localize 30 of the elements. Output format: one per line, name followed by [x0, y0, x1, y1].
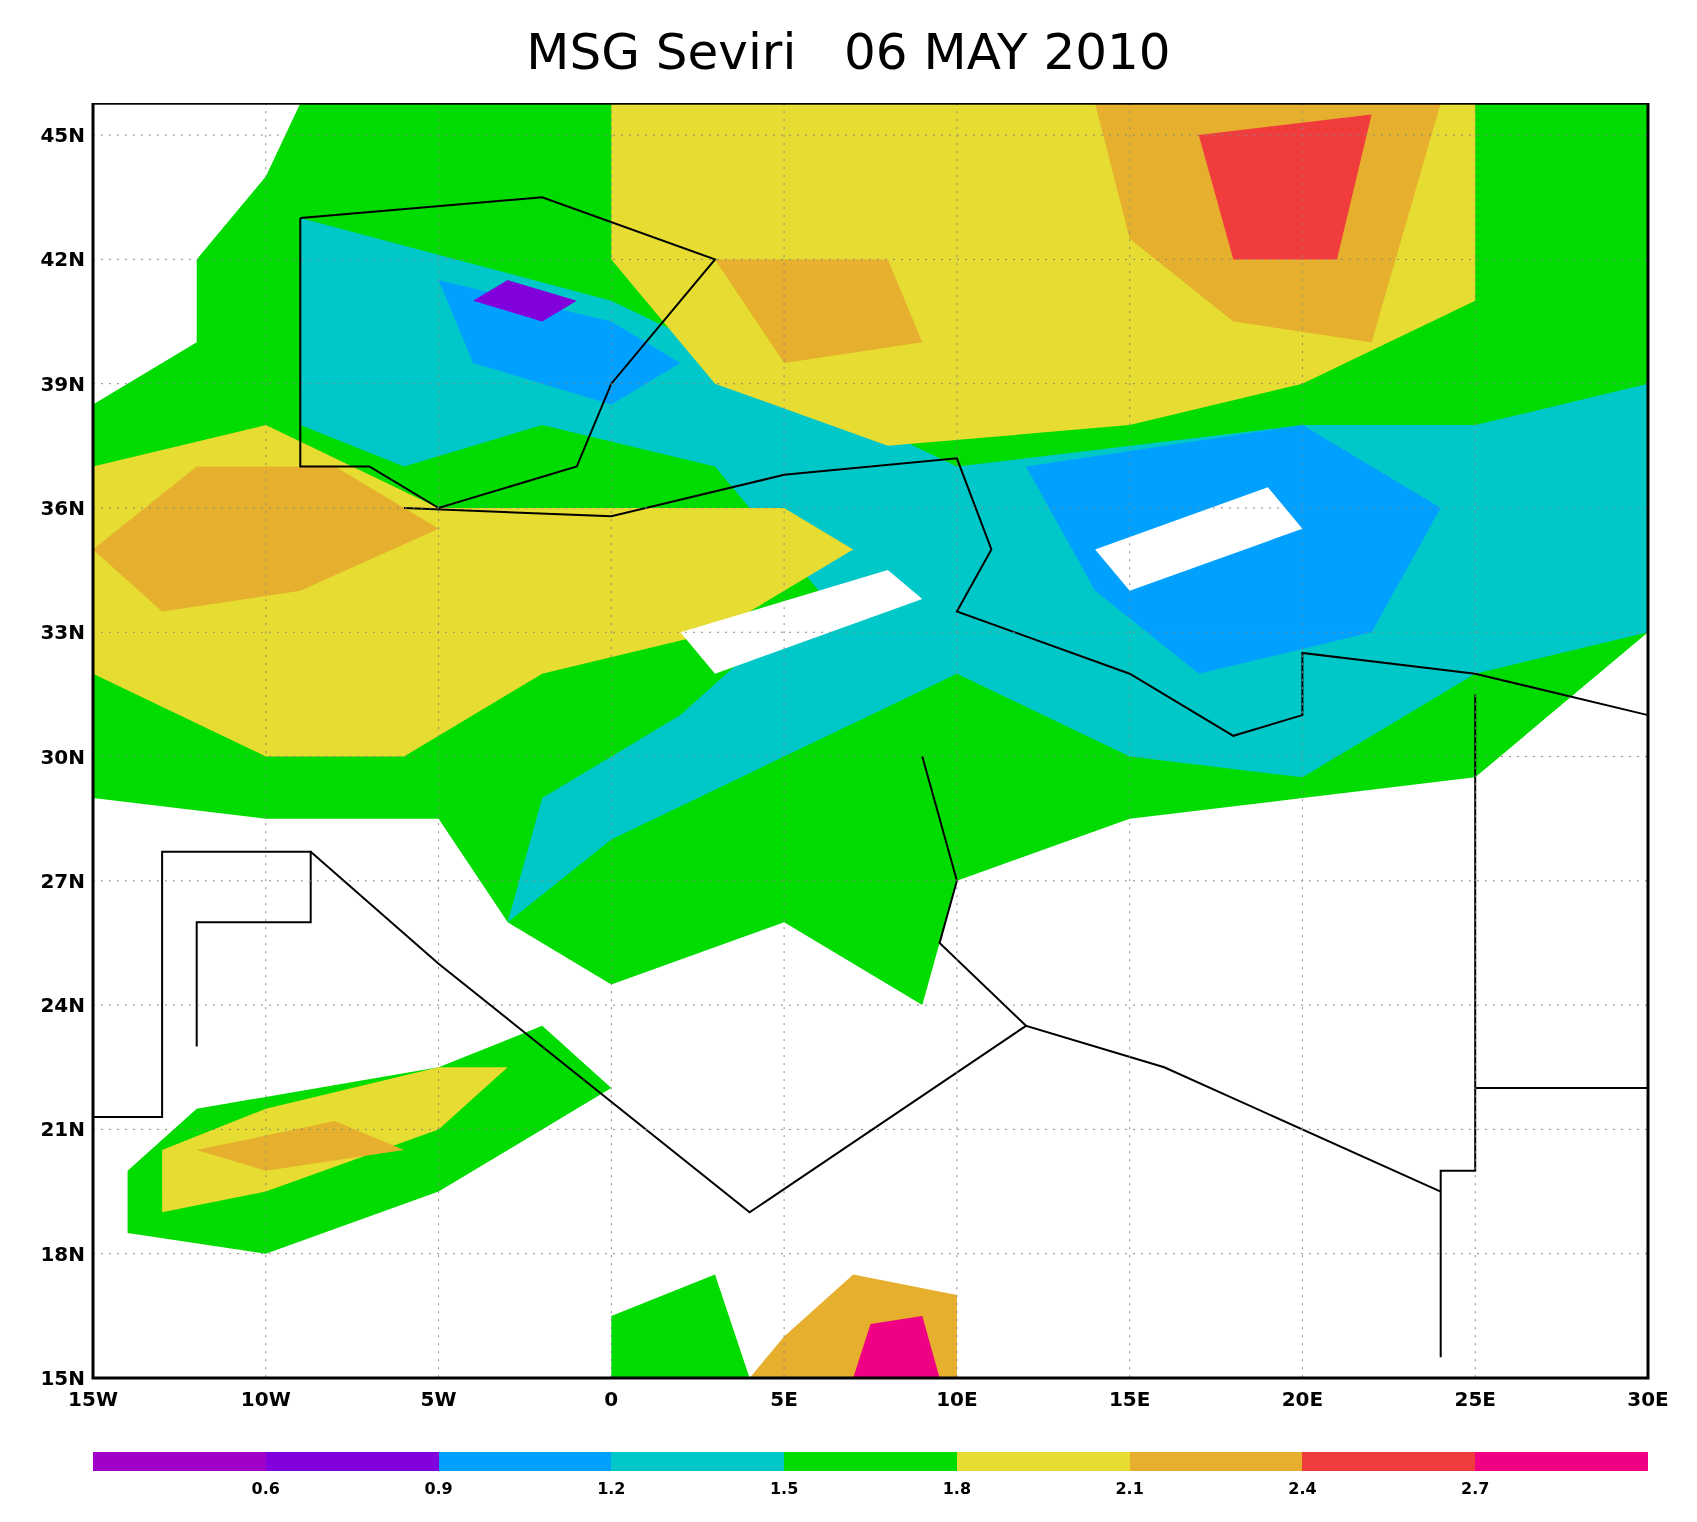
longitude-label: 5E	[770, 1387, 798, 1411]
chart-title: MSG Seviri 06 MAY 2010	[526, 26, 1171, 77]
colorbar-label: 0.6	[251, 1478, 280, 1500]
colorbar-label: 2.7	[1461, 1478, 1490, 1500]
latitude-label: 27N	[40, 868, 85, 893]
latitude-label: 36N	[40, 495, 85, 520]
longitude-label: 30E	[1627, 1387, 1669, 1411]
colorbar-label: 1.8	[942, 1478, 972, 1500]
latitude-label: 18N	[40, 1241, 85, 1266]
colorbar-label: 2.4	[1288, 1478, 1317, 1500]
longitude-label: 10E	[936, 1387, 978, 1411]
colorbar-label: 0.9	[424, 1478, 453, 1500]
longitude-label: 15E	[1108, 1387, 1151, 1411]
latitude-label: 24N	[40, 993, 85, 1018]
latitude-label: 15N	[40, 1366, 85, 1390]
colorbar-label: 1.5	[769, 1478, 799, 1500]
latitude-label: 21N	[40, 1117, 85, 1142]
latitude-label: 42N	[40, 247, 85, 272]
longitude-label: 20E	[1281, 1387, 1324, 1411]
latitude-label: 39N	[40, 371, 85, 396]
longitude-label: 0	[604, 1387, 619, 1411]
longitude-label: 5W	[420, 1387, 457, 1411]
latitude-label: 33N	[40, 620, 85, 645]
colorbar-label: 2.1	[1115, 1478, 1144, 1500]
longitude-label: 25E	[1454, 1387, 1496, 1411]
latitude-label: 45N	[40, 123, 85, 148]
colorbar-label: 1.2	[597, 1478, 626, 1500]
latitude-label: 30N	[40, 744, 85, 769]
longitude-label: 10W	[240, 1387, 291, 1411]
longitude-label: 15W	[68, 1387, 118, 1411]
